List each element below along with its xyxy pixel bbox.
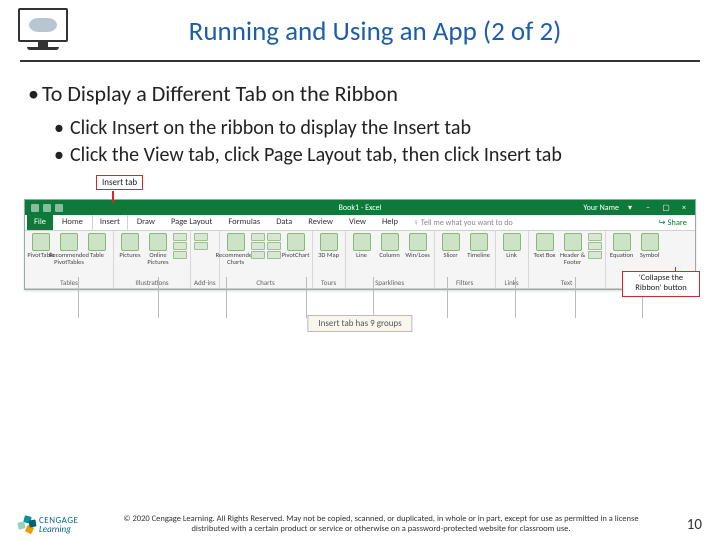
share-button[interactable]: ↪ Share <box>650 216 695 230</box>
group-tours: 3D Map Tours <box>313 231 346 288</box>
ribbon-options-icon[interactable]: ▾ <box>623 203 637 213</box>
table-button[interactable]: Table <box>84 233 110 259</box>
3d-map-button[interactable]: 3D Map <box>316 233 342 259</box>
pivotchart-button[interactable]: PivotChart <box>283 233 309 259</box>
online-pictures-button[interactable]: Online Pictures <box>145 233 171 265</box>
redo-icon[interactable] <box>55 204 63 212</box>
close-icon[interactable]: × <box>677 203 691 213</box>
excel-window: Book1 - Excel Your Name ▾ − ▢ × File Hom… <box>24 199 696 290</box>
group-charts: Recommended Charts PivotChart Charts <box>220 231 313 288</box>
monitor-cloud-icon <box>16 8 70 54</box>
bullet-level2-a: Click Insert on the ribbon to display th… <box>28 115 692 142</box>
pictures-button[interactable]: Pictures <box>117 233 143 259</box>
slide-title: Running and Using an App (2 of 2) <box>80 15 700 48</box>
excel-titlebar: Book1 - Excel Your Name ▾ − ▢ × <box>25 200 695 215</box>
tab-view[interactable]: View <box>342 215 373 230</box>
shapes-button[interactable] <box>173 233 187 259</box>
ribbon-content: PivotTable Recommended PivotTables Table… <box>25 231 695 289</box>
recommended-pivot-button[interactable]: Recommended PivotTables <box>56 233 82 265</box>
tab-page-layout[interactable]: Page Layout <box>164 215 219 230</box>
cengage-logo: CENGAGE Learning <box>18 516 88 534</box>
copyright-text: © 2020 Cengage Learning. All Rights Rese… <box>88 514 674 534</box>
callout-group-count: Insert tab has 9 groups <box>307 315 412 332</box>
group-sparklines: Line Column Win/Loss Sparklines <box>346 231 435 288</box>
header-footer-button[interactable]: Header & Footer <box>560 233 586 265</box>
chart-type-buttons-2[interactable] <box>267 233 281 259</box>
tab-home[interactable]: Home <box>55 215 90 230</box>
slicer-button[interactable]: Slicer <box>438 233 464 259</box>
group-links: Link Links <box>496 231 529 288</box>
save-icon[interactable] <box>31 204 39 212</box>
user-name: Your Name <box>583 203 619 213</box>
chart-type-buttons[interactable] <box>251 233 265 259</box>
sparkline-winloss-button[interactable]: Win/Loss <box>405 233 431 259</box>
tab-review[interactable]: Review <box>301 215 340 230</box>
undo-icon[interactable] <box>43 204 51 212</box>
tab-draw[interactable]: Draw <box>130 215 162 230</box>
sparkline-column-button[interactable]: Column <box>377 233 403 259</box>
quick-access-toolbar <box>25 204 63 212</box>
group-filters: Slicer Timeline Filters <box>435 231 496 288</box>
page-number: 10 <box>674 516 702 534</box>
symbol-button[interactable]: Symbol <box>637 233 663 259</box>
tab-help[interactable]: Help <box>375 215 405 230</box>
sparkline-line-button[interactable]: Line <box>349 233 375 259</box>
ribbon-tabs: File Home Insert Draw Page Layout Formul… <box>25 215 695 231</box>
callout-collapse-ribbon: 'Collapse the Ribbon' button <box>622 271 700 297</box>
tell-me-input[interactable]: ♀ Tell me what you want to do <box>407 216 519 230</box>
tab-file[interactable]: File <box>27 215 53 230</box>
maximize-icon[interactable]: ▢ <box>659 203 673 213</box>
group-text: Text Box Header & Footer Text <box>529 231 606 288</box>
timeline-button[interactable]: Timeline <box>466 233 492 259</box>
minimize-icon[interactable]: − <box>641 203 655 213</box>
link-button[interactable]: Link <box>499 233 525 259</box>
group-tables: PivotTable Recommended PivotTables Table… <box>25 231 114 288</box>
addins-buttons[interactable] <box>194 233 208 250</box>
group-illustrations: Pictures Online Pictures Illustrations <box>114 231 191 288</box>
callout-insert-tab: Insert tab <box>96 175 143 190</box>
text-box-button[interactable]: Text Box <box>532 233 558 259</box>
tab-data[interactable]: Data <box>269 215 299 230</box>
bullet-level1: To Display a Different Tab on the Ribbon <box>28 80 692 107</box>
equation-button[interactable]: Equation <box>609 233 635 259</box>
text-extra-buttons[interactable] <box>588 233 602 259</box>
tab-insert[interactable]: Insert <box>92 214 128 230</box>
tab-formulas[interactable]: Formulas <box>221 215 267 230</box>
excel-ribbon-figure: Insert tab Book1 - Excel Your Name ▾ − ▢… <box>24 199 696 290</box>
recommended-charts-button[interactable]: Recommended Charts <box>223 233 249 265</box>
bullet-level2-b: Click the View tab, click Page Layout ta… <box>28 142 692 169</box>
doc-title: Book1 - Excel <box>339 203 382 213</box>
